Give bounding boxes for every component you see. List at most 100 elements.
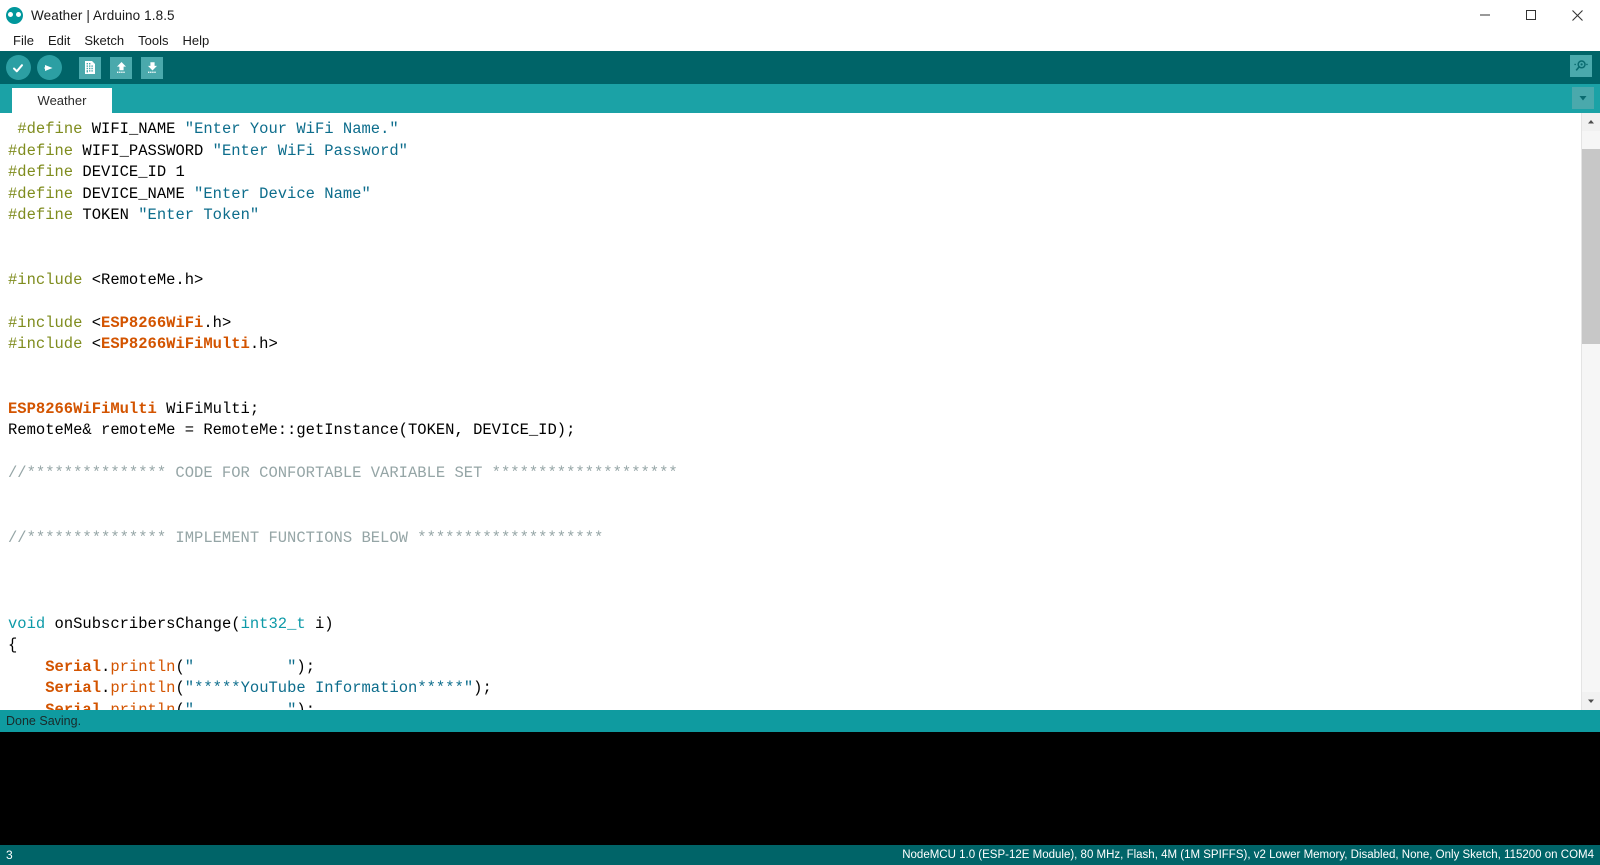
code-token: int32_t	[240, 614, 306, 633]
code-token: #define	[8, 141, 74, 160]
arrow-up-icon	[110, 56, 132, 79]
scroll-down-icon[interactable]	[1582, 692, 1600, 710]
code-token: );	[296, 657, 316, 676]
code-token: DEVICE_NAME	[73, 184, 195, 203]
code-token: i)	[305, 614, 334, 633]
tab-weather[interactable]: Weather	[12, 88, 112, 113]
code-token: #define	[8, 163, 74, 181]
code-token: #include	[8, 313, 83, 332]
minimize-icon[interactable]	[1462, 0, 1508, 30]
serial-monitor-button[interactable]	[1570, 55, 1592, 77]
menu-item-sketch[interactable]: Sketch	[77, 32, 131, 50]
code-token: Serial	[45, 679, 102, 697]
verify-button[interactable]	[4, 54, 32, 82]
code-token: (	[175, 679, 185, 697]
code-token: (	[175, 657, 185, 676]
code-line: ESP8266WiFiMulti WiFiMulti;	[0, 399, 1581, 421]
code-token: //*************** IMPLEMENT FUNCTIONS BE…	[8, 528, 604, 547]
code-line: #define DEVICE_NAME "Enter Device Name"	[0, 184, 1581, 206]
code-token: .	[101, 679, 111, 697]
code-token: WIFI_NAME	[82, 120, 185, 138]
code-token: "Enter Token"	[138, 206, 260, 224]
scrollbar-thumb[interactable]	[1582, 149, 1600, 344]
code-token: .	[101, 700, 111, 711]
code-token: //*************** CODE FOR CONFORTABLE V…	[8, 464, 678, 482]
code-token: ESP8266WiFi	[101, 313, 204, 332]
code-token: "*****YouTube Information*****"	[184, 679, 474, 697]
code-token: "Enter Your WiFi Name."	[184, 120, 399, 138]
new-button[interactable]	[76, 54, 104, 82]
save-button[interactable]	[138, 54, 166, 82]
code-token: println	[110, 700, 176, 711]
check-icon	[5, 55, 31, 80]
code-line: {	[0, 635, 1581, 657]
code-token: );	[473, 679, 492, 697]
code-token: RemoteMe& remoteMe = RemoteMe::getInstan…	[8, 421, 576, 439]
tab-menu-button[interactable]	[1572, 87, 1594, 109]
chevron-down-icon	[1579, 96, 1587, 101]
scroll-up-icon[interactable]	[1582, 113, 1600, 131]
code-token: ESP8266WiFiMulti	[101, 335, 250, 353]
code-token: #define	[17, 120, 83, 138]
code-token: Serial	[45, 657, 102, 676]
menu-item-file[interactable]: File	[6, 32, 41, 50]
code-token: " "	[184, 700, 297, 711]
editor-area: #define WIFI_NAME "Enter Your WiFi Name.…	[0, 113, 1600, 710]
open-button[interactable]	[107, 54, 135, 82]
code-token: ESP8266WiFiMulti	[8, 399, 157, 418]
code-token: (	[175, 700, 185, 711]
console-status-message: Done Saving.	[6, 714, 82, 728]
code-token: println	[110, 657, 176, 676]
tab-bar: Weather	[0, 84, 1600, 113]
upload-button[interactable]	[35, 54, 63, 82]
code-token: DEVICE_ID 1	[73, 163, 185, 181]
new-file-icon	[79, 56, 101, 79]
title-bar-left: Weather | Arduino 1.8.5	[0, 6, 175, 24]
code-token: #include	[8, 335, 83, 353]
code-editor[interactable]: #define WIFI_NAME "Enter Your WiFi Name.…	[0, 113, 1581, 710]
magnifier-icon	[1570, 55, 1592, 77]
code-token: #include	[8, 270, 83, 289]
code-line: #define TOKEN "Enter Token"	[0, 205, 1581, 227]
scrollbar-track[interactable]	[1582, 131, 1600, 692]
code-line: #include <RemoteMe.h>	[0, 270, 1581, 292]
menu-item-tools[interactable]: Tools	[131, 32, 175, 50]
code-token: onSubscribersChange(	[45, 614, 241, 633]
code-token: "Enter Device Name"	[194, 184, 371, 203]
board-info-label: NodeMCU 1.0 (ESP-12E Module), 80 MHz, Fl…	[902, 849, 1594, 861]
code-line: #define WIFI_NAME "Enter Your WiFi Name.…	[0, 119, 1581, 141]
status-bar: 3 NodeMCU 1.0 (ESP-12E Module), 80 MHz, …	[0, 845, 1600, 865]
arduino-infinity-icon	[6, 6, 23, 24]
console-output[interactable]	[0, 732, 1600, 845]
editor-vertical-scrollbar[interactable]	[1581, 113, 1600, 710]
maximize-icon[interactable]	[1508, 0, 1554, 30]
code-token: WIFI_PASSWORD	[73, 141, 213, 160]
code-token: Serial	[45, 700, 102, 711]
menu-bar: File Edit Sketch Tools Help	[0, 30, 1600, 51]
code-line: //*************** IMPLEMENT FUNCTIONS BE…	[0, 528, 1581, 550]
console-status-bar: Done Saving.	[0, 710, 1600, 732]
code-line: RemoteMe& remoteMe = RemoteMe::getInstan…	[0, 420, 1581, 442]
code-token: <RemoteMe.h>	[82, 270, 204, 289]
code-token: .h>	[203, 313, 232, 332]
code-line: #include <ESP8266WiFiMulti.h>	[0, 334, 1581, 356]
close-icon[interactable]	[1554, 0, 1600, 30]
cursor-line-number: 3	[6, 848, 13, 862]
toolbar	[0, 51, 1600, 84]
menu-item-help[interactable]: Help	[175, 32, 216, 50]
arduino-ide-window: Weather | Arduino 1.8.5 File Edit Sketch…	[0, 0, 1600, 865]
menu-item-edit[interactable]: Edit	[41, 32, 77, 50]
code-line: //*************** CODE FOR CONFORTABLE V…	[0, 463, 1581, 485]
